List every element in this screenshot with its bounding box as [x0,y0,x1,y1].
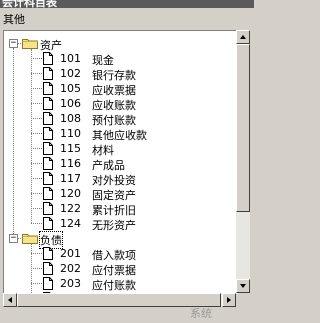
arrow-up-icon [240,35,246,39]
menu-bar: 其他 [0,8,254,28]
tree-item[interactable]: 110 其他应收款 [4,126,237,142]
scroll-down-button[interactable] [236,279,250,293]
folder-icon [22,37,38,49]
tree-connector [31,244,32,293]
tree-connector [31,223,42,224]
vertical-scroll-thumb[interactable] [236,44,250,212]
title-bar: 会计科目表 [0,0,254,8]
account-code: 124 [60,217,81,230]
tree-item[interactable]: 122 累计折旧 [4,201,237,217]
document-icon [43,142,53,155]
tree-connector [31,253,42,254]
scroll-left-button[interactable] [3,293,17,307]
tree-item[interactable]: 203 应付账款 [4,276,237,292]
document-icon [43,217,53,230]
tree-connector [31,73,42,74]
account-code: 116 [60,157,81,170]
account-name: 无形资产 [92,219,136,232]
arrow-right-icon [227,297,231,303]
document-icon [43,157,53,170]
tree-connector [31,163,42,164]
account-code: 117 [60,172,81,185]
account-code: 115 [60,142,81,155]
tree-connector [31,148,42,149]
document-icon [43,52,53,65]
tree-connector [31,58,42,59]
folder-icon [22,232,38,244]
tree-connector [31,193,42,194]
tree-item[interactable]: 120 固定资产 [4,186,237,202]
scroll-right-button[interactable] [222,293,236,307]
tree-item[interactable]: 117 对外投资 [4,171,237,187]
account-code: 201 [60,247,81,260]
account-code: 122 [60,202,81,215]
account-code: 102 [60,67,81,80]
tree-item[interactable]: 124 无形资产 [4,216,237,232]
account-code: 101 [60,52,81,65]
account-code: 203 [60,277,81,290]
tree-item[interactable]: 108 预付账款 [4,111,237,127]
arrow-left-icon [8,297,12,303]
document-icon [43,187,53,200]
document-icon [43,247,53,260]
account-code: 202 [60,262,81,275]
document-icon [43,112,53,125]
tree-connector [31,88,42,89]
arrow-down-icon [240,284,246,288]
account-code: 120 [60,187,81,200]
group-expander-0[interactable]: − [9,39,18,48]
account-code: 110 [60,127,81,140]
tree-item[interactable]: 101 现金 [4,51,237,67]
tree-item[interactable]: 105 应收票据 [4,81,237,97]
document-icon [43,127,53,140]
tree-connector [31,49,32,223]
document-icon [43,82,53,95]
tree-connector [31,103,42,104]
tree-item[interactable]: 106 应收账款 [4,96,237,112]
group-expander-1[interactable]: − [9,234,18,243]
tree-item[interactable]: 102 银行存款 [4,66,237,82]
document-icon [43,67,53,80]
window-title: 会计科目表 [2,0,57,8]
account-tree-view[interactable]: − 资产 101 现金 102 银行存款 105 应收票据 106 应收账款 108 预付账款 110 其… [3,30,238,294]
menu-item-other[interactable]: 其他 [3,11,25,27]
scroll-up-button[interactable] [236,30,250,44]
document-icon [43,202,53,215]
vertical-scrollbar[interactable] [236,30,250,293]
watermark-text: 系统 [190,307,212,320]
tree-item[interactable]: 201 借入款项 [4,246,237,262]
account-code: 106 [60,97,81,110]
account-code: 108 [60,112,81,125]
tree-connector [31,283,42,284]
tree-connector [31,178,42,179]
document-icon [43,277,53,290]
tree-item[interactable]: 116 产成品 [4,156,237,172]
tree-connector [31,133,42,134]
account-code: 105 [60,82,81,95]
tree-connector [31,268,42,269]
tree-connector [31,208,42,209]
tree-item[interactable]: 115 材料 [4,141,237,157]
document-icon [43,172,53,185]
tree-connector [31,118,42,119]
tree-content: − 资产 101 现金 102 银行存款 105 应收票据 106 应收账款 108 预付账款 110 其… [4,31,237,293]
tree-item[interactable]: 202 应付票据 [4,261,237,277]
document-icon [43,262,53,275]
document-icon [43,97,53,110]
